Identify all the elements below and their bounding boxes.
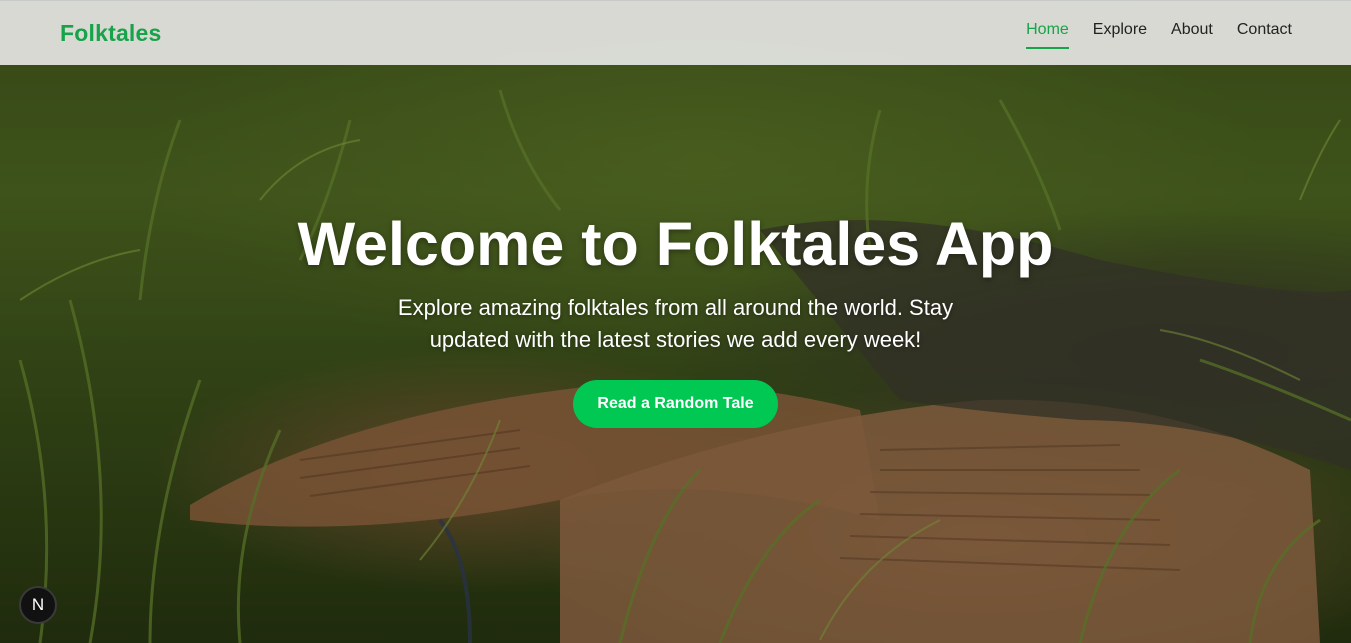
dev-tools-badge-icon[interactable]: N (19, 586, 57, 624)
top-navbar: Folktales Home Explore About Contact (0, 0, 1351, 65)
nav-link-explore[interactable]: Explore (1093, 1, 1147, 66)
hero-subtitle: Explore amazing folktales from all aroun… (397, 295, 954, 352)
nav-link-home[interactable]: Home (1026, 1, 1069, 66)
brand-logo[interactable]: Folktales (60, 20, 162, 47)
nav-link-contact[interactable]: Contact (1237, 1, 1292, 66)
read-random-tale-button[interactable]: Read a Random Tale (573, 380, 778, 428)
hero-title: Welcome to Folktales App (297, 210, 1054, 278)
main-nav: Home Explore About Contact (1026, 1, 1292, 66)
nav-link-about[interactable]: About (1171, 1, 1213, 66)
hero-content: Welcome to Folktales App Explore amazing… (0, 208, 1351, 428)
